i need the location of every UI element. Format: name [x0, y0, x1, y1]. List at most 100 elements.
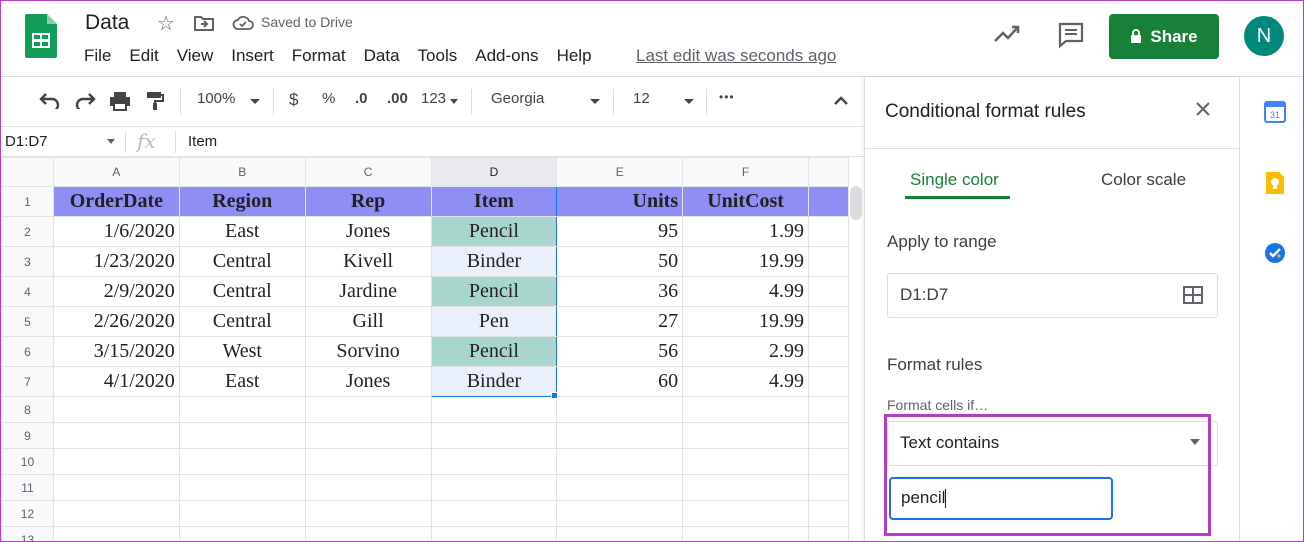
cell-b5[interactable]: Central: [178, 306, 306, 337]
cell-f4[interactable]: 4.99: [682, 276, 810, 307]
row-header[interactable]: 1: [1, 186, 54, 217]
star-icon[interactable]: ☆: [157, 11, 175, 36]
cell-c3[interactable]: Kivell: [304, 246, 432, 277]
share-button[interactable]: Share: [1109, 14, 1219, 59]
cell-c1[interactable]: Rep: [304, 186, 432, 217]
row-header[interactable]: 7: [1, 366, 54, 397]
more-options-icon[interactable]: •••: [719, 90, 735, 104]
fill-handle[interactable]: [551, 392, 558, 399]
menu-format[interactable]: Format: [292, 46, 346, 66]
corner-cell[interactable]: [1, 157, 54, 187]
document-title[interactable]: Data: [85, 11, 129, 35]
cell-b4[interactable]: Central: [178, 276, 306, 307]
percent-button[interactable]: %: [322, 90, 335, 107]
cell-c7[interactable]: Jones: [304, 366, 432, 397]
cell-c6[interactable]: Sorvino: [304, 336, 432, 367]
column-header-e[interactable]: E: [556, 157, 684, 187]
cell-b7[interactable]: East: [178, 366, 306, 397]
cell-g6[interactable]: [808, 336, 849, 367]
column-header-a[interactable]: A: [52, 157, 180, 187]
cell-c4[interactable]: Jardine: [304, 276, 432, 307]
cell-e4[interactable]: 36: [556, 276, 684, 307]
row-header[interactable]: 2: [1, 216, 54, 247]
cell-b3[interactable]: Central: [178, 246, 306, 277]
redo-icon[interactable]: [74, 93, 96, 109]
zoom-select[interactable]: 100%: [197, 90, 235, 107]
cell-g3[interactable]: [808, 246, 849, 277]
vertical-scrollbar[interactable]: [850, 186, 862, 220]
menu-insert[interactable]: Insert: [231, 46, 274, 66]
cell-e7[interactable]: 60: [556, 366, 684, 397]
row-header[interactable]: 9: [1, 422, 54, 449]
range-input[interactable]: D1:D7: [887, 273, 1218, 318]
cell-f1[interactable]: UnitCost: [682, 186, 810, 217]
cell-c5[interactable]: Gill: [304, 306, 432, 337]
sheets-logo-icon[interactable]: [25, 14, 57, 58]
cell-b2[interactable]: East: [178, 216, 306, 247]
name-box[interactable]: D1:D7: [5, 133, 48, 150]
column-header-d[interactable]: D: [430, 157, 558, 187]
cell-a4[interactable]: 2/9/2020: [52, 276, 180, 307]
undo-icon[interactable]: [39, 93, 61, 109]
decrease-decimal-button[interactable]: .0: [355, 90, 368, 107]
row-header[interactable]: 5: [1, 306, 54, 337]
font-dropdown-icon[interactable]: [590, 99, 600, 104]
cell-d7[interactable]: Binder: [430, 366, 558, 397]
cell-e3[interactable]: 50: [556, 246, 684, 277]
currency-button[interactable]: $: [289, 90, 298, 110]
tasks-icon[interactable]: [1264, 242, 1286, 264]
paint-format-icon[interactable]: [146, 91, 164, 111]
cell-a1[interactable]: OrderDate: [52, 186, 180, 217]
keep-notes-icon[interactable]: [1264, 171, 1286, 195]
cell-a2[interactable]: 1/6/2020: [52, 216, 180, 247]
row-header[interactable]: 11: [1, 474, 54, 501]
cell-g4[interactable]: [808, 276, 849, 307]
cell-a3[interactable]: 1/23/2020: [52, 246, 180, 277]
column-header-g[interactable]: [808, 157, 849, 187]
move-to-folder-icon[interactable]: [194, 14, 214, 32]
spreadsheet-grid[interactable]: A B C D E F 1 OrderDate Region Rep Item …: [1, 157, 849, 541]
cell-d2[interactable]: Pencil: [430, 216, 558, 247]
column-header-b[interactable]: B: [178, 157, 306, 187]
menu-tools[interactable]: Tools: [418, 46, 458, 66]
increase-decimal-button[interactable]: .00: [387, 90, 408, 107]
cell-g1[interactable]: [808, 186, 849, 217]
chevron-up-icon[interactable]: [833, 95, 849, 105]
calendar-icon[interactable]: 31: [1264, 101, 1286, 123]
cell-a7[interactable]: 4/1/2020: [52, 366, 180, 397]
cell-e2[interactable]: 95: [556, 216, 684, 247]
cell-a5[interactable]: 2/26/2020: [52, 306, 180, 337]
cell-d1[interactable]: Item: [430, 186, 558, 217]
cell-f3[interactable]: 19.99: [682, 246, 810, 277]
cell-a6[interactable]: 3/15/2020: [52, 336, 180, 367]
comment-history-icon[interactable]: [1057, 21, 1085, 49]
select-range-icon[interactable]: [1183, 286, 1203, 304]
row-header[interactable]: 13: [1, 526, 54, 541]
zoom-dropdown-icon[interactable]: [250, 99, 260, 104]
cell-g7[interactable]: [808, 366, 849, 397]
cell-d6[interactable]: Pencil: [430, 336, 558, 367]
explore-trend-icon[interactable]: [993, 23, 1021, 45]
row-header[interactable]: 10: [1, 448, 54, 475]
menu-addons[interactable]: Add-ons: [475, 46, 538, 66]
tab-single-color[interactable]: Single color: [910, 170, 999, 190]
cell-d5[interactable]: Pen: [430, 306, 558, 337]
cell-b1[interactable]: Region: [178, 186, 306, 217]
row-header[interactable]: 8: [1, 396, 54, 423]
row-header[interactable]: 3: [1, 246, 54, 277]
cell-d3[interactable]: Binder: [430, 246, 558, 277]
cell-c2[interactable]: Jones: [304, 216, 432, 247]
column-header-c[interactable]: C: [304, 157, 432, 187]
row-header[interactable]: 12: [1, 500, 54, 527]
cell-e1[interactable]: Units: [556, 186, 684, 217]
cell-e6[interactable]: 56: [556, 336, 684, 367]
cell-f6[interactable]: 2.99: [682, 336, 810, 367]
cell-f7[interactable]: 4.99: [682, 366, 810, 397]
cell-f5[interactable]: 19.99: [682, 306, 810, 337]
menu-view[interactable]: View: [177, 46, 214, 66]
cell-g2[interactable]: [808, 216, 849, 247]
font-size-dropdown-icon[interactable]: [684, 99, 694, 104]
avatar[interactable]: N: [1244, 16, 1284, 56]
menu-help[interactable]: Help: [557, 46, 592, 66]
cell-d4[interactable]: Pencil: [430, 276, 558, 307]
